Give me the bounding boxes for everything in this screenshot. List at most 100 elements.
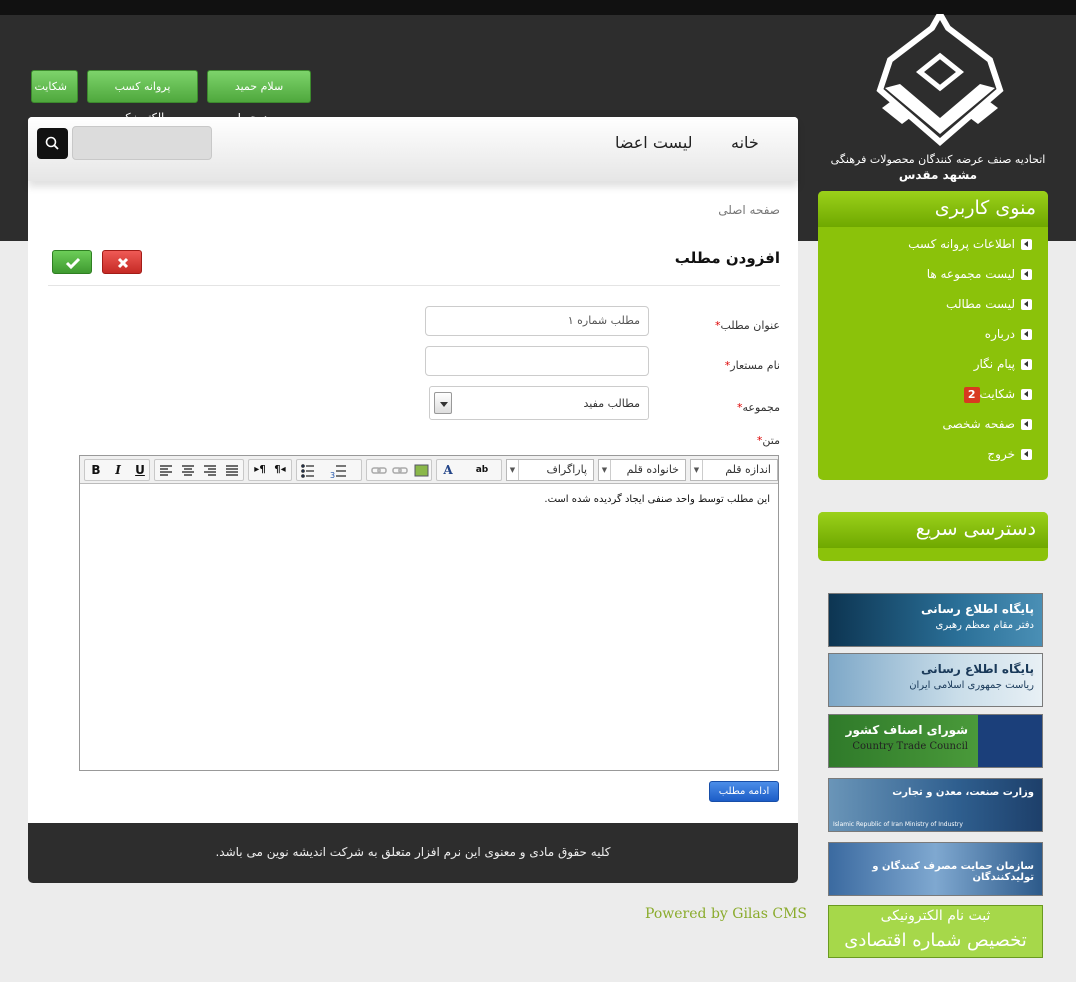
italic-button[interactable]: I xyxy=(109,462,127,478)
chevron-down-icon: ▼ xyxy=(507,460,519,480)
menu-item-label: لیست مطالب xyxy=(946,297,1015,311)
e-license-button[interactable]: پروانه کسب الکترونیک xyxy=(87,70,198,124)
menu-item-messages[interactable]: پیام نگار xyxy=(974,356,1032,372)
banner-subtitle: تخصیص شماره اقتصادی xyxy=(844,930,1027,951)
underline-button[interactable]: U xyxy=(131,462,149,478)
banner-presidency[interactable]: پایگاه اطلاع رسانی ریاست جمهوری اسلامی ا… xyxy=(828,653,1043,707)
search-icon xyxy=(45,136,59,150)
menu-item-label: خروج xyxy=(987,447,1015,461)
arrow-left-icon xyxy=(1021,299,1032,310)
notification-badge: 2 xyxy=(963,387,980,403)
menu-item-profile[interactable]: صفحه شخصی xyxy=(943,416,1032,432)
menu-item-label: اطلاعات پروانه کسب xyxy=(908,237,1015,251)
menu-item-license-info[interactable]: اطلاعات پروانه کسب xyxy=(908,236,1032,252)
chevron-down-icon: ▼ xyxy=(691,460,703,480)
title-divider xyxy=(48,285,780,286)
menu-item-complaints[interactable]: شکایت2 xyxy=(954,386,1032,403)
arrow-left-icon xyxy=(1021,239,1032,250)
user-menu-title: منوی کاربری xyxy=(818,191,1048,227)
menu-item-about[interactable]: درباره xyxy=(985,326,1032,342)
top-navbar: خانه لیست اعضا xyxy=(28,117,798,181)
font-size-dropdown[interactable]: اندازه قلم ▼ xyxy=(690,459,778,481)
complaint-button[interactable]: شکایت xyxy=(31,70,78,103)
banner-title: پایگاه اطلاع رسانی xyxy=(920,662,1034,676)
menu-item-articles[interactable]: لیست مطالب xyxy=(946,296,1032,312)
banner-subtitle: ریاست جمهوری اسلامی ایران xyxy=(909,680,1034,691)
menu-item-collections[interactable]: لیست مجموعه ها xyxy=(927,266,1032,282)
font-family-dropdown[interactable]: خانواده قلم ▼ xyxy=(598,459,686,481)
banner-leader-office[interactable]: پایگاه اطلاع رسانی دفتر مقام معظم رهبری xyxy=(828,593,1043,647)
banner-ministry[interactable]: وزارت صنعت، معدن و تجارت Islamic Republi… xyxy=(828,778,1043,832)
user-menu-panel: منوی کاربری اطلاعات پروانه کسب لیست مجمو… xyxy=(818,191,1048,480)
arrow-left-icon xyxy=(1021,389,1032,400)
font-family-dropdown-label: خانواده قلم xyxy=(626,463,679,476)
quick-access-title: دسترسی سریع xyxy=(818,512,1048,548)
list-icons[interactable]: 3 xyxy=(300,463,360,479)
alias-input[interactable] xyxy=(425,346,649,376)
banner-title: ثبت نام الکترونیکی xyxy=(880,908,991,924)
banner-consumer-protection[interactable]: سازمان حمایت مصرف کنندگان و تولیدکنندگان xyxy=(828,842,1043,896)
menu-item-label: پیام نگار xyxy=(973,357,1015,371)
align-group xyxy=(154,459,244,481)
arrow-left-icon xyxy=(1021,329,1032,340)
banner-title: پایگاه اطلاع رسانی xyxy=(920,602,1034,616)
title-label-text: عنوان مطلب xyxy=(720,319,780,332)
title-input[interactable]: مطلب شماره ۱ xyxy=(425,306,649,336)
menu-item-label: درباره xyxy=(984,327,1015,341)
powered-by-link[interactable]: Powered by Gilas CMS xyxy=(645,906,807,922)
rtl-icon[interactable]: ¶◂ xyxy=(271,462,289,478)
search-button[interactable] xyxy=(37,128,68,159)
arrow-left-icon xyxy=(1021,359,1032,370)
title-label: عنوان مطلب* xyxy=(715,319,780,332)
banner-subtitle: دفتر مقام معظم رهبری xyxy=(935,620,1034,631)
menu-item-label: صفحه شخصی xyxy=(942,417,1015,431)
logo-title-line2: مشهد مقدس xyxy=(898,168,978,182)
cancel-button[interactable] xyxy=(102,250,142,274)
banner-economic-number[interactable]: ثبت نام الکترونیکی تخصیص شماره اقتصادی xyxy=(828,905,1043,958)
category-select[interactable]: مطالب مفید xyxy=(429,386,649,420)
text-label-text: متن xyxy=(762,434,780,447)
banner-subtitle: Country Trade Council xyxy=(852,741,968,752)
banner-trade-council[interactable]: شورای اصناف کشور Country Trade Council xyxy=(828,714,1043,768)
link-group xyxy=(366,459,432,481)
direction-group: ▸¶ ¶◂ xyxy=(248,459,292,481)
check-icon xyxy=(65,257,81,270)
top-strip xyxy=(0,0,1076,15)
menu-item-logout[interactable]: خروج xyxy=(987,446,1032,462)
category-label: مجموعه* xyxy=(737,401,780,414)
chevron-down-icon[interactable] xyxy=(434,392,452,414)
editor-toolbar: B I U ▸¶ ¶◂ 3 A ab پاراگراف ▼ خانواده قل… xyxy=(80,456,778,484)
breadcrumb[interactable]: صفحه اصلی xyxy=(28,203,780,217)
chevron-down-icon: ▼ xyxy=(599,460,611,480)
read-more-button[interactable]: ادامه مطلب xyxy=(709,781,779,802)
alias-label: نام مستعار* xyxy=(725,359,780,372)
list-group: 3 xyxy=(296,459,362,481)
highlight-icon[interactable]: ab xyxy=(473,462,491,478)
user-greeting-button[interactable]: سلام حمید ممدوحی! xyxy=(207,70,311,124)
font-size-dropdown-label: اندازه قلم xyxy=(725,463,771,476)
paragraph-dropdown[interactable]: پاراگراف ▼ xyxy=(506,459,594,481)
close-icon xyxy=(117,257,129,269)
ltr-icon[interactable]: ▸¶ xyxy=(251,462,269,478)
editor-content[interactable]: این مطلب توسط واحد صنفی ایجاد گردیده شده… xyxy=(80,484,778,515)
alias-label-text: نام مستعار xyxy=(730,359,780,372)
main-panel: خانه لیست اعضا صفحه اصلی افزودن مطلب عنو… xyxy=(28,117,798,823)
quick-access-panel: دسترسی سریع xyxy=(818,512,1048,561)
format-group: B I U xyxy=(84,459,150,481)
arrow-left-icon xyxy=(1021,419,1032,430)
arrow-left-icon xyxy=(1021,449,1032,460)
link-icons[interactable] xyxy=(371,463,431,479)
color-group: A ab xyxy=(436,459,502,481)
save-button[interactable] xyxy=(52,250,92,274)
nav-members-list[interactable]: لیست اعضا xyxy=(615,133,693,152)
banner-title: سازمان حمایت مصرف کنندگان و تولیدکنندگان xyxy=(872,861,1034,883)
menu-item-label: لیست مجموعه ها xyxy=(926,267,1015,281)
banner-title: شورای اصناف کشور xyxy=(845,723,968,737)
paragraph-dropdown-label: پاراگراف xyxy=(546,463,587,476)
search-input[interactable] xyxy=(72,126,212,160)
nav-home[interactable]: خانه xyxy=(731,133,759,152)
category-selected-value: مطالب مفید xyxy=(583,397,640,410)
footer: کلیه حقوق مادی و معنوی این نرم افزار متع… xyxy=(28,823,798,883)
font-color-icon[interactable]: A xyxy=(439,462,457,478)
bold-button[interactable]: B xyxy=(87,462,105,478)
